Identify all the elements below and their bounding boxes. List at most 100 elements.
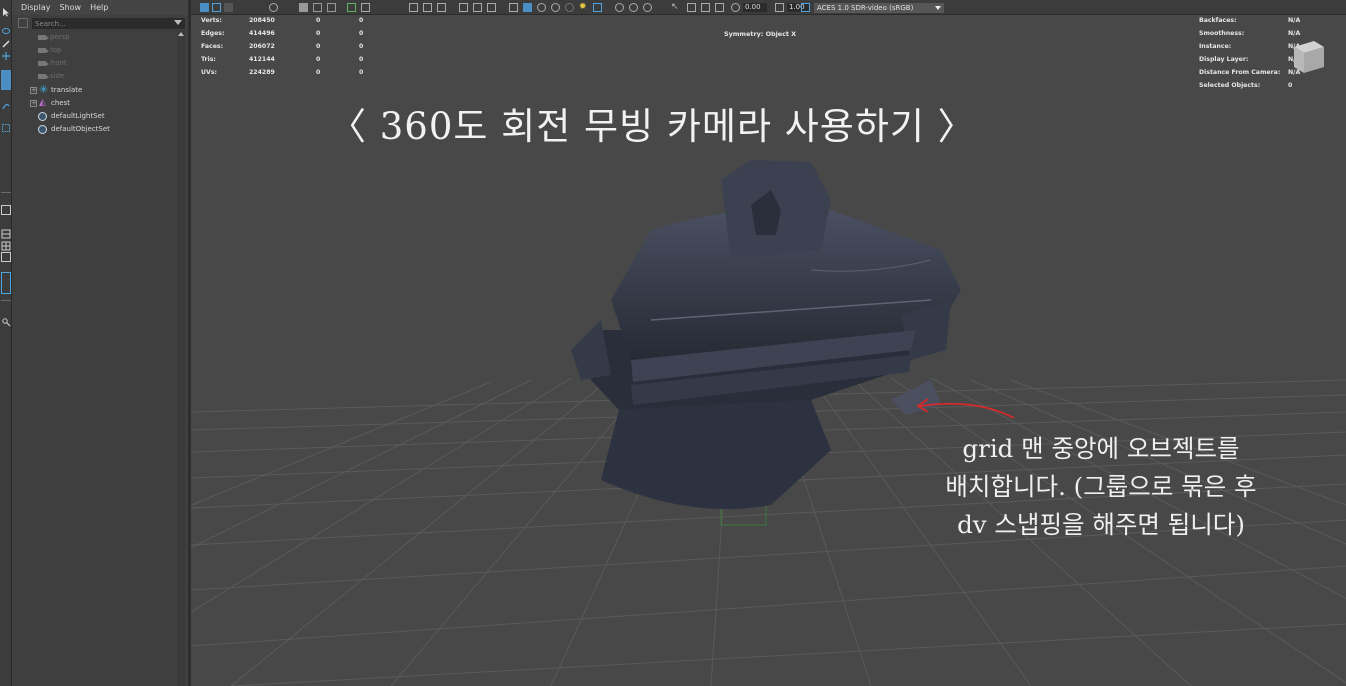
- camera-icon: [38, 48, 49, 53]
- view-transform-icon[interactable]: [801, 3, 810, 12]
- motion-blur-icon[interactable]: [593, 3, 602, 12]
- safe-action-icon[interactable]: [701, 3, 710, 12]
- hud-label: Verts:: [201, 17, 222, 24]
- outliner-item-defaultobjectset[interactable]: defaultObjectSet: [12, 123, 172, 136]
- scale-tool-icon[interactable]: [1, 96, 11, 110]
- outliner-item-translate[interactable]: ✳ translate: [12, 83, 172, 97]
- exposure-field[interactable]: 0.00: [743, 3, 767, 12]
- scroll-up-icon[interactable]: [178, 32, 184, 36]
- filter-icon[interactable]: [18, 18, 28, 28]
- menu-show[interactable]: Show: [60, 0, 82, 15]
- hud-label: UVs:: [201, 69, 217, 76]
- camera-gate-icon[interactable]: [687, 3, 696, 12]
- camera-attributes-icon[interactable]: [212, 3, 221, 12]
- select-camera-icon[interactable]: [200, 3, 209, 12]
- xray-icon[interactable]: [523, 3, 532, 12]
- hud-value: 0: [316, 56, 321, 63]
- camera-icon: [38, 61, 49, 66]
- screen-space-reflection-icon[interactable]: [643, 3, 652, 12]
- hud-value: 0: [316, 69, 321, 76]
- outliner-item-chest[interactable]: ◭ chest: [12, 97, 172, 110]
- key-tool-icon[interactable]: [1, 312, 11, 327]
- tutorial-title: 〈 360도 회전 무빙 카메라 사용하기 〉: [329, 105, 976, 148]
- tool-strip: [0, 0, 12, 686]
- select-tool-icon[interactable]: [1, 2, 11, 17]
- persp-outliner-layout-icon[interactable]: [1, 272, 11, 294]
- viewport-toolbar: ✹ ↖ 0.00 1.00 ACES 1.0 SDR-video (sRGB): [191, 0, 1346, 15]
- chevron-down-icon[interactable]: [935, 6, 941, 10]
- hud-value: 0: [316, 17, 321, 24]
- camera-icon: [38, 35, 49, 40]
- hud-value: 0: [1288, 82, 1293, 89]
- hud-value: 0: [316, 30, 321, 37]
- annotation-arrow: [916, 398, 1015, 419]
- exposure-icon[interactable]: [731, 3, 740, 12]
- lights-icon[interactable]: [473, 3, 482, 12]
- last-tool-icon[interactable]: [1, 118, 11, 132]
- hud-value: 0: [359, 43, 364, 50]
- outliner-scrollbar[interactable]: [177, 30, 185, 686]
- outliner-item-persp[interactable]: persp: [12, 31, 172, 44]
- film-gate-icon[interactable]: [347, 3, 356, 12]
- hud-value: 0: [359, 56, 364, 63]
- outliner-search: [32, 18, 185, 29]
- outliner-item-top[interactable]: top: [12, 44, 172, 57]
- expand-icon[interactable]: [30, 84, 37, 97]
- resolution-gate-icon[interactable]: [361, 3, 370, 12]
- xray-components-icon[interactable]: [551, 3, 560, 12]
- lasso-tool-icon[interactable]: [1, 22, 11, 34]
- shadows-icon[interactable]: [487, 3, 496, 12]
- search-input[interactable]: [35, 18, 165, 29]
- hud-value: 412144: [249, 56, 275, 63]
- outliner-item-front[interactable]: front: [12, 57, 172, 70]
- wireframe-icon[interactable]: [409, 3, 418, 12]
- menu-help[interactable]: Help: [90, 0, 108, 15]
- 2d-pan-zoom-icon[interactable]: [299, 3, 308, 12]
- smooth-shade-icon[interactable]: [423, 3, 432, 12]
- single-pane-layout-icon[interactable]: [1, 205, 11, 215]
- ambient-occlusion-icon[interactable]: [565, 3, 574, 12]
- depth-of-field-icon[interactable]: [629, 3, 638, 12]
- hud-value: 0: [316, 43, 321, 50]
- image-plane-icon[interactable]: [269, 3, 278, 12]
- menu-display[interactable]: Display: [21, 0, 51, 15]
- set-icon: [38, 112, 47, 121]
- grid-toggle-icon[interactable]: [327, 3, 336, 12]
- antialiasing-icon[interactable]: [615, 3, 624, 12]
- safe-title-icon[interactable]: [715, 3, 724, 12]
- outliner-item-label: side: [50, 72, 65, 80]
- outliner-menubar: Display Show Help: [12, 0, 188, 15]
- move-tool-icon[interactable]: [1, 46, 11, 60]
- chevron-down-icon[interactable]: [174, 20, 182, 25]
- textured-icon[interactable]: [459, 3, 468, 12]
- outliner-layout-icon[interactable]: [1, 252, 11, 262]
- gamma-icon[interactable]: [775, 3, 784, 12]
- bookmark-icon[interactable]: [224, 3, 233, 12]
- outliner-item-side[interactable]: side: [12, 70, 172, 83]
- lightbulb-icon[interactable]: ✹: [579, 3, 588, 12]
- outliner-item-label: defaultLightSet: [51, 112, 105, 120]
- outliner-item-defaultlightset[interactable]: defaultLightSet: [12, 110, 172, 123]
- two-pane-layout-icon[interactable]: [1, 224, 11, 239]
- isolate-select-icon[interactable]: [509, 3, 518, 12]
- wireframe-on-shaded-icon[interactable]: [437, 3, 446, 12]
- four-pane-layout-icon[interactable]: [1, 236, 11, 251]
- hud-label: Instance:: [1199, 43, 1232, 50]
- expand-icon[interactable]: [30, 97, 37, 110]
- grease-pencil-icon[interactable]: [313, 3, 322, 12]
- paint-select-icon[interactable]: [1, 34, 11, 48]
- outliner-item-label: persp: [50, 33, 70, 41]
- rotate-tool-icon[interactable]: [1, 70, 11, 90]
- hud-value: 224289: [249, 69, 275, 76]
- viewport-persp[interactable]: ✹ ↖ 0.00 1.00 ACES 1.0 SDR-video (sRGB) …: [191, 0, 1346, 686]
- tool-separator: [1, 192, 11, 193]
- hud-label: Faces:: [201, 43, 224, 50]
- hud-symmetry: Symmetry: Object X: [724, 30, 797, 38]
- xray-joints-icon[interactable]: [537, 3, 546, 12]
- cursor-icon[interactable]: ↖: [671, 3, 680, 12]
- camera-icon: [38, 74, 49, 79]
- outliner-panel: Display Show Help persp top front side ✳…: [12, 0, 188, 686]
- color-space-dropdown[interactable]: ACES 1.0 SDR-video (sRGB): [814, 3, 944, 13]
- view-cube-icon[interactable]: [1288, 37, 1326, 75]
- outliner-item-label: chest: [51, 99, 70, 107]
